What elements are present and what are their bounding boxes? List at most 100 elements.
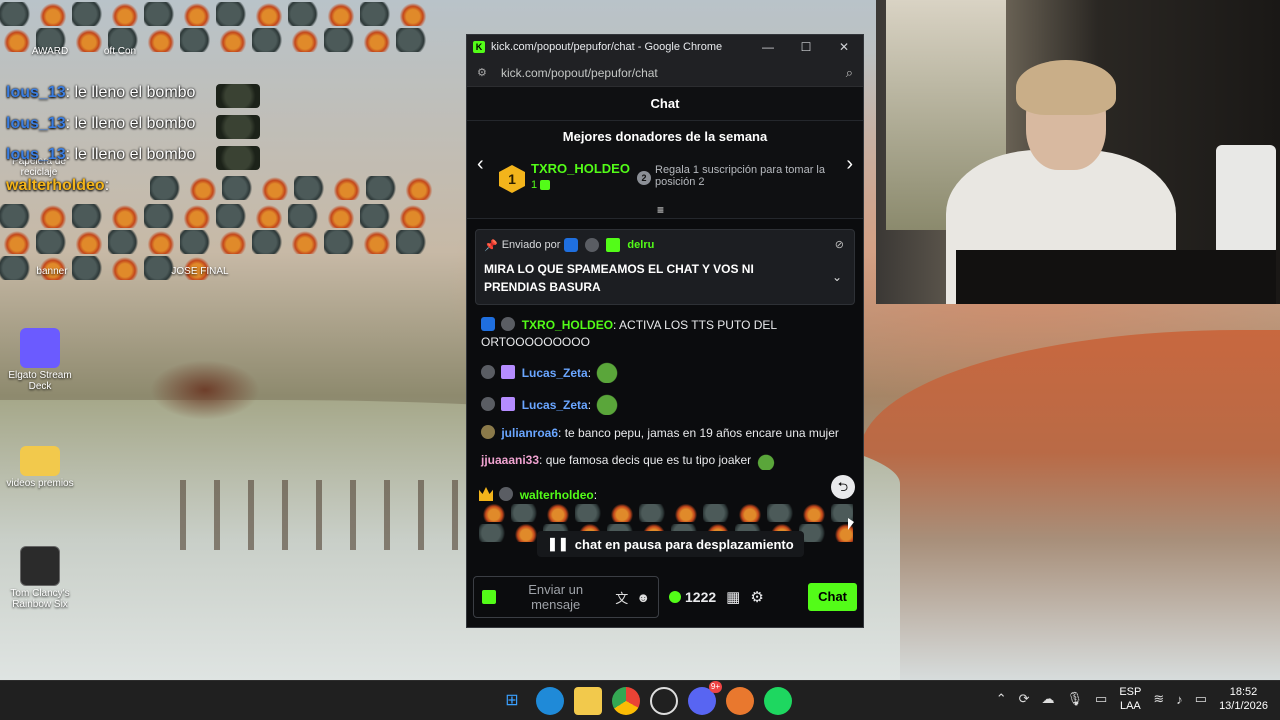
rank-one-badge: 1	[499, 165, 525, 193]
pinned-message: 📌 Enviado por delru MIRA LO QUE SPAMEAMO…	[475, 229, 855, 305]
scroll-to-bottom-button[interactable]: ⮌	[831, 475, 855, 499]
chevron-up-icon[interactable]: ⌃	[996, 691, 1007, 707]
address-bar[interactable]: ⚙ kick.com/popout/pepufor/chat ⌕	[467, 59, 863, 87]
desktop-label-award: AWARD	[31, 46, 69, 57]
chat-popout-window: K kick.com/popout/pepufor/chat - Google …	[466, 34, 864, 628]
maximize-button[interactable]: ☐	[787, 40, 825, 54]
collapse-icon[interactable]: ≡	[657, 203, 664, 217]
system-tray: ⌃ ⟳ ☁ 🎙 ▭ ESP LAA ≋ ♪ ▭ 18:52 13/1/2026	[996, 685, 1268, 713]
cloud-icon[interactable]: ☁	[1042, 691, 1055, 707]
file-explorer-icon[interactable]	[574, 687, 602, 715]
edge-icon[interactable]	[536, 687, 564, 715]
chrome-icon[interactable]	[612, 687, 640, 715]
message-username[interactable]: julianroa6	[501, 426, 558, 440]
message-username[interactable]: walterholdeo	[520, 488, 594, 502]
sub-badge-icon	[481, 365, 495, 379]
pepe-emote	[594, 361, 621, 383]
url-text[interactable]: kick.com/popout/pepufor/chat	[501, 66, 846, 80]
pepe-emote	[754, 454, 777, 470]
wallpaper-hill-right	[860, 330, 1280, 680]
gift-badge-icon	[606, 238, 621, 252]
store-icon[interactable]: ▦	[726, 588, 740, 606]
chevron-right-icon[interactable]: ›	[846, 153, 853, 176]
discord-badge: 9+	[708, 681, 722, 693]
chat-message: TXRO_HOLDEO: ACTIVA LOS TTS PUTO DEL ORT…	[481, 317, 849, 351]
overlay-emote-spam	[0, 2, 430, 52]
emoji-icon[interactable]: ☻	[636, 590, 650, 605]
chat-message: julianroa6: te banco pepu, jamas en 19 a…	[481, 425, 849, 442]
desktop-label-banner: banner	[36, 266, 68, 277]
windows-start-icon[interactable]: ⊞	[498, 687, 526, 715]
sync-icon[interactable]: ⟳	[1019, 691, 1030, 707]
send-chat-button[interactable]: Chat	[808, 583, 857, 611]
spotify-icon[interactable]	[764, 687, 792, 715]
desktop-icon-rainbow-six[interactable]: Tom Clancy's Rainbow Six	[0, 546, 80, 610]
desktop-icon-videos-premios[interactable]: videos premios	[0, 440, 80, 489]
message-username[interactable]: TXRO_HOLDEO	[522, 318, 613, 332]
zoom-icon[interactable]: ⌕	[846, 65, 853, 81]
chat-input[interactable]: Enviar un mensaje 文 ☻	[473, 576, 659, 618]
battery-icon[interactable]: ▭	[1195, 691, 1207, 707]
overlay-face-emote	[216, 146, 260, 170]
crown-badge-icon	[479, 487, 493, 501]
stream-deck-icon	[20, 328, 60, 368]
gift-sub-cta[interactable]: Regala 1 suscripción para tomar la posic…	[655, 164, 831, 188]
pause-text: chat en pausa para desplazamiento	[574, 536, 794, 552]
volume-icon[interactable]: ♪	[1176, 692, 1183, 707]
points-value: 1222	[685, 589, 717, 605]
desktop-label-software: oft Con	[103, 46, 137, 57]
message-username[interactable]: jjuaaani33	[481, 453, 539, 467]
window-title: kick.com/popout/pepufor/chat - Google Ch…	[491, 41, 723, 53]
site-settings-icon[interactable]: ⚙	[477, 66, 491, 79]
network-icon[interactable]: ▭	[1095, 691, 1107, 707]
overlay-face-emote	[216, 115, 260, 139]
chat-message: Lucas_Zeta:	[481, 393, 849, 415]
obs-icon[interactable]	[650, 687, 678, 715]
message-text: :	[587, 366, 592, 380]
message-username[interactable]: Lucas_Zeta	[522, 366, 588, 380]
channel-points[interactable]: 1222	[669, 589, 716, 605]
message-text: :	[587, 398, 592, 412]
gear-icon[interactable]: ⚙	[750, 588, 763, 606]
desktop-label-jose-final: JOSE FINAL	[171, 266, 229, 277]
overlay-emote-spam	[150, 176, 436, 200]
message-username[interactable]: Lucas_Zeta	[522, 398, 588, 412]
close-button[interactable]: ✕	[825, 40, 863, 54]
gift-icon[interactable]	[482, 590, 496, 604]
pinned-username[interactable]: delru	[627, 239, 654, 251]
chat-header: Chat	[467, 87, 863, 121]
chat-message-list: TXRO_HOLDEO: ACTIVA LOS TTS PUTO DEL ORT…	[467, 313, 863, 484]
sub-badge-icon	[585, 238, 600, 252]
kick-logo-icon: K	[473, 41, 485, 53]
sent-by-label: Enviado por	[501, 239, 561, 251]
clock[interactable]: 18:52 13/1/2026	[1219, 685, 1268, 713]
wifi-icon[interactable]: ≋	[1153, 691, 1164, 707]
top-donor-name[interactable]: TXRO_HOLDEO	[531, 161, 630, 176]
overlay-chat-line: walterholdeo:	[6, 177, 110, 194]
pin-icon: 📌	[484, 239, 498, 252]
translate-icon[interactable]: 文	[615, 588, 628, 607]
language-indicator[interactable]: ESP LAA	[1119, 685, 1141, 713]
chat-input-placeholder[interactable]: Enviar un mensaje	[504, 582, 607, 612]
wallpaper-fence	[180, 480, 480, 550]
gift-icon	[540, 180, 551, 190]
microphone-icon[interactable]: 🎙	[1067, 691, 1084, 707]
vip-badge-icon	[481, 317, 495, 331]
sub-badge-icon	[481, 397, 495, 411]
discord-icon[interactable]: 9+	[688, 681, 722, 715]
fl-studio-icon[interactable]	[726, 687, 754, 715]
top-donor-count: 1	[531, 179, 553, 191]
chat-paused-indicator[interactable]: ❚❚ chat en pausa para desplazamiento	[537, 531, 804, 557]
chevron-down-icon[interactable]: ⌄	[832, 270, 842, 284]
chevron-left-icon[interactable]: ‹	[477, 153, 484, 176]
overlay-chat-line: lous_13: le lleno el bombo	[6, 84, 196, 101]
windows-taskbar: ⊞ 9+ ⌃ ⟳ ☁ 🎙 ▭ ESP LAA ≋ ♪ ▭ 18:52 13/1/20…	[0, 680, 1280, 720]
sub-badge-icon	[501, 317, 516, 331]
desktop-icon-stream-deck[interactable]: Elgato Stream Deck	[0, 328, 80, 392]
taskbar-apps: ⊞ 9+	[498, 681, 792, 715]
mouse-cursor-icon	[848, 518, 854, 530]
minimize-button[interactable]: —	[749, 40, 787, 54]
sub-badge-icon	[499, 487, 514, 501]
hide-pin-icon[interactable]: ⊘	[835, 238, 844, 251]
vip-badge-icon	[564, 238, 579, 252]
